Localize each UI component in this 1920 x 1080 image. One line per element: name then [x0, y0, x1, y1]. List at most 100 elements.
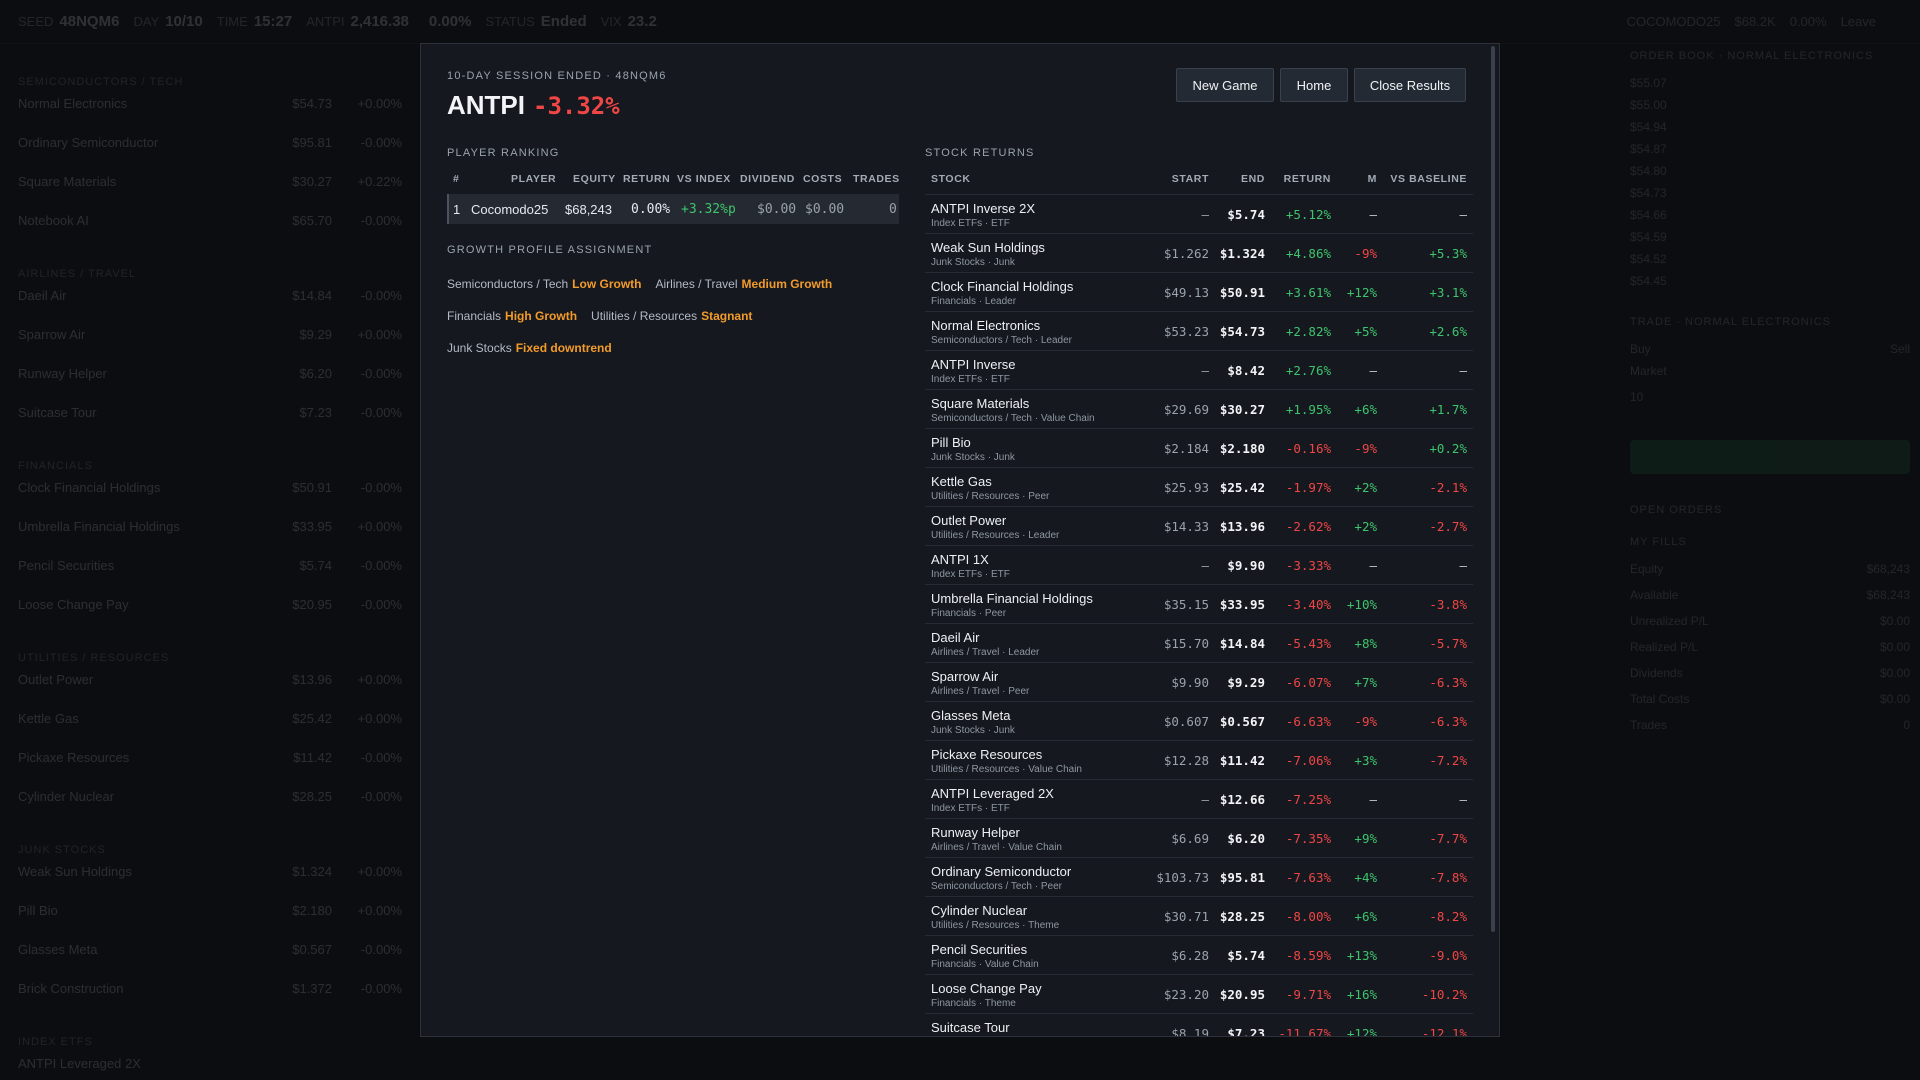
- returns-vs-baseline: +3.1%: [1429, 285, 1467, 300]
- returns-row: Outlet Power Utilities / Resources · Lead…: [925, 506, 1473, 545]
- returns-stock-name: Clock Financial Holdings: [931, 279, 1074, 294]
- sidebar-stock-row[interactable]: Cylinder Nuclear $28.25 -0.00%: [18, 789, 402, 828]
- returns-row: Ordinary Semiconductor Semiconductors / T…: [925, 857, 1473, 896]
- returns-m: +9%: [1354, 831, 1377, 846]
- returns-stock-category: Junk Stocks · Junk: [931, 452, 1015, 463]
- sell-tab[interactable]: Sell: [1890, 342, 1910, 364]
- sidebar-stock-row[interactable]: Daeil Air $14.84 -0.00%: [18, 288, 402, 327]
- stock-change: -0.00%: [360, 288, 402, 303]
- returns-row: Umbrella Financial Holdings Financials · …: [925, 584, 1473, 623]
- sidebar-stock-row[interactable]: Square Materials $30.27 +0.22%: [18, 174, 402, 213]
- returns-m: +12%: [1346, 1026, 1377, 1037]
- account-stat: Available $68,243: [1630, 588, 1910, 614]
- returns-end-price: $30.27: [1219, 402, 1265, 417]
- sidebar-stock-row[interactable]: Notebook AI $65.70 -0.00%: [18, 213, 402, 252]
- returns-vs-baseline: -2.1%: [1429, 480, 1467, 495]
- stock-price: $50.91: [292, 480, 332, 495]
- sidebar-stock-row[interactable]: Pencil Securities $5.74 -0.00%: [18, 558, 402, 597]
- returns-stock-category: Index ETFs · ETF: [931, 803, 1010, 814]
- sidebar-stock-row[interactable]: Ordinary Semiconductor $95.81 -0.00%: [18, 135, 402, 174]
- returns-row: Glasses Meta Junk Stocks · Junk $0.607 $0.5…: [925, 701, 1473, 740]
- sidebar-stock-row[interactable]: Brick Construction $1.372 -0.00%: [18, 981, 402, 1020]
- modal-scrollbar[interactable]: [1491, 46, 1495, 932]
- topbar-stat-label: DAY: [133, 14, 160, 29]
- stock-price: [252, 1056, 332, 1080]
- sidebar-stock-row[interactable]: Pill Bio $2.180 +0.00%: [18, 903, 402, 942]
- returns-start-price: –: [1201, 363, 1209, 378]
- returns-m: +5%: [1354, 324, 1377, 339]
- stock-returns-title: STOCK RETURNS: [925, 147, 1035, 159]
- buy-sell-toggle[interactable]: Buy Sell: [1630, 342, 1910, 364]
- sidebar-stock-row[interactable]: Loose Change Pay $20.95 -0.00%: [18, 597, 402, 636]
- stock-change: -0.00%: [360, 750, 402, 765]
- sidebar-stock-row[interactable]: Umbrella Financial Holdings $33.95 +0.00%: [18, 519, 402, 558]
- sidebar-stock-row[interactable]: Suitcase Tour $7.23 -0.00%: [18, 405, 402, 444]
- returns-stock-name: Glasses Meta: [931, 708, 1011, 723]
- returns-row: Sparrow Air Airlines / Travel · Peer $9.90…: [925, 662, 1473, 701]
- sidebar-stock-row[interactable]: ANTPI Leveraged 2X: [18, 1056, 402, 1080]
- returns-row: ANTPI Inverse Index ETFs · ETF – $8.42 +2.76…: [925, 350, 1473, 389]
- returns-end-price: $12.66: [1219, 792, 1265, 807]
- topbar-stat-value: 2,416.38: [350, 13, 409, 30]
- returns-return: -2.62%: [1285, 519, 1331, 534]
- returns-start-price: $1.262: [1163, 246, 1209, 261]
- sidebar-stock-row[interactable]: Sparrow Air $9.29 +0.00%: [18, 327, 402, 366]
- stock-list-sidebar: SEMICONDUCTORS / TECH Normal Electronics $…: [0, 60, 420, 1080]
- account-stat-value: $0.00: [1879, 640, 1910, 654]
- returns-start-price: $53.23: [1163, 324, 1209, 339]
- sidebar-stock-row[interactable]: Normal Electronics $54.73 +0.00%: [18, 96, 402, 135]
- returns-row: Pickaxe Resources Utilities / Resources ·…: [925, 740, 1473, 779]
- account-stat-label: Total Costs: [1630, 692, 1690, 706]
- home-button[interactable]: Home: [1280, 68, 1348, 102]
- close-results-button[interactable]: Close Results: [1354, 68, 1466, 102]
- topbar-stat: SEED 48NQM6: [18, 13, 119, 30]
- stock-change: -0.00%: [360, 597, 402, 612]
- returns-start-price: $8.19: [1171, 1026, 1209, 1037]
- returns-vs-baseline: -2.7%: [1429, 519, 1467, 534]
- orderbook-price: $55.00: [1630, 98, 1667, 112]
- trade-button[interactable]: [1630, 440, 1910, 474]
- growth-sector: Junk Stocks: [447, 341, 512, 355]
- topbar-account-leave[interactable]: Leave: [1841, 14, 1876, 29]
- sector-header: AIRLINES / TRAVEL: [18, 268, 137, 280]
- session-subtitle: 10-DAY SESSION ENDED · 48NQM6: [447, 70, 667, 82]
- buy-tab[interactable]: Buy: [1630, 342, 1651, 364]
- quantity-input[interactable]: 10: [1630, 390, 1910, 416]
- stock-name: Kettle Gas: [18, 711, 79, 726]
- orderbook-row: $54.87: [1630, 142, 1910, 164]
- stock-name: Loose Change Pay: [18, 597, 129, 612]
- returns-start-price: $15.70: [1163, 636, 1209, 651]
- sidebar-stock-row[interactable]: Runway Helper $6.20 -0.00%: [18, 366, 402, 405]
- topbar-stat: STATUS Ended: [485, 13, 586, 30]
- growth-profile-item: Utilities / Resources Stagnant: [591, 300, 752, 332]
- sidebar-stock-row[interactable]: Pickaxe Resources $11.42 -0.00%: [18, 750, 402, 789]
- returns-vs-baseline: -7.2%: [1429, 753, 1467, 768]
- returns-m: –: [1369, 558, 1377, 573]
- returns-stock-name: Ordinary Semiconductor: [931, 864, 1072, 879]
- sidebar-stock-row[interactable]: Kettle Gas $25.42 +0.00%: [18, 711, 402, 750]
- sector-header: UTILITIES / RESOURCES: [18, 652, 170, 664]
- sidebar-stock-row[interactable]: Clock Financial Holdings $50.91 -0.00%: [18, 480, 402, 519]
- returns-end-price: $7.23: [1227, 1026, 1265, 1037]
- order-type-select[interactable]: Market: [1630, 364, 1910, 390]
- returns-end-price: $33.95: [1219, 597, 1265, 612]
- sidebar-stock-row[interactable]: Outlet Power $13.96 +0.00%: [18, 672, 402, 711]
- topbar-stat-value: 15:27: [253, 13, 293, 30]
- sidebar-stock-row[interactable]: Weak Sun Holdings $1.324 +0.00%: [18, 864, 402, 903]
- returns-stock-category: Index ETFs · ETF: [931, 374, 1010, 385]
- topbar-account-change: 0.00%: [1789, 14, 1827, 29]
- returns-end-price: $9.90: [1227, 558, 1265, 573]
- returns-end-price: $5.74: [1227, 207, 1265, 222]
- growth-profile-item: Financials High Growth: [447, 300, 577, 332]
- returns-m: +6%: [1354, 402, 1377, 417]
- stock-name: Umbrella Financial Holdings: [18, 519, 180, 534]
- ranking-col-rank: #: [453, 173, 460, 185]
- returns-vs-baseline: -6.3%: [1429, 714, 1467, 729]
- stock-price: $0.567: [292, 942, 332, 957]
- new-game-button[interactable]: New Game: [1176, 68, 1274, 102]
- stock-change: -0.00%: [360, 213, 402, 228]
- returns-start-price: –: [1201, 207, 1209, 222]
- returns-end-price: $11.42: [1219, 753, 1265, 768]
- orderbook-price: $55.07: [1630, 76, 1667, 90]
- sidebar-stock-row[interactable]: Glasses Meta $0.567 -0.00%: [18, 942, 402, 981]
